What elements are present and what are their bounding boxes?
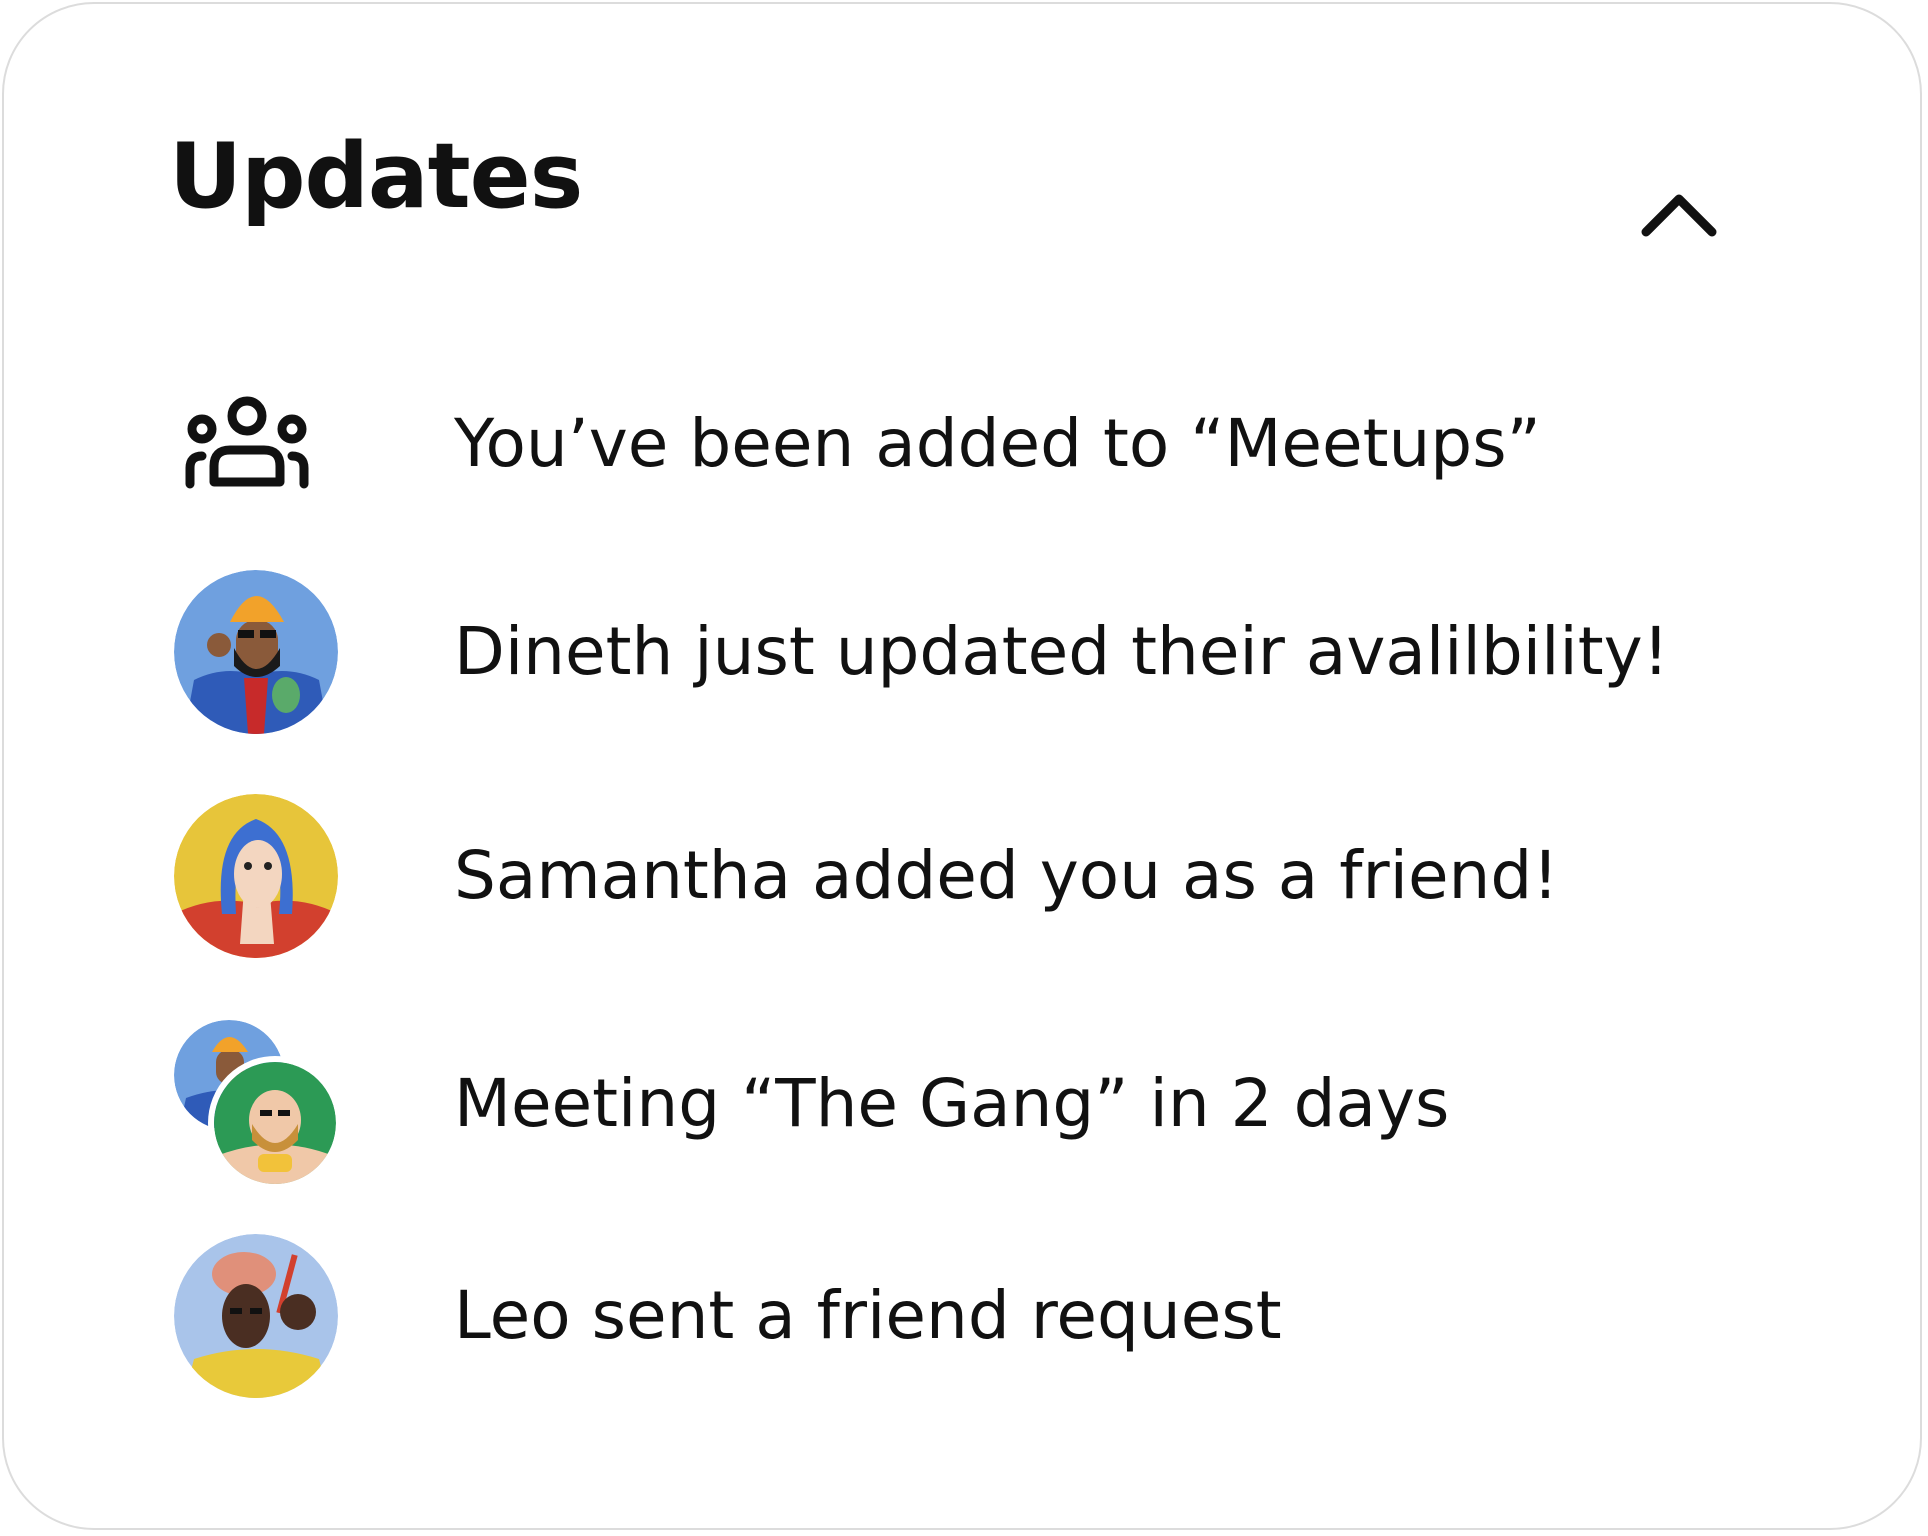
avatar-dineth xyxy=(174,570,338,734)
update-text: You’ve been added to “Meetups” xyxy=(454,405,1541,482)
avatar-samantha xyxy=(174,794,338,958)
updates-panel: Updates You’ve been added to “Meetups” D… xyxy=(2,2,1922,1530)
update-item-samantha[interactable]: Samantha added you as a friend! xyxy=(4,794,1920,964)
chevron-up-icon xyxy=(1641,194,1717,237)
update-item-dineth[interactable]: Dineth just updated their avalilbility! xyxy=(4,570,1920,740)
update-text: Samantha added you as a friend! xyxy=(454,837,1559,914)
group-icon xyxy=(185,396,309,489)
update-item-meetups[interactable]: You’ve been added to “Meetups” xyxy=(4,364,1920,534)
panel-title: Updates xyxy=(169,124,583,229)
update-item-leo[interactable]: Leo sent a friend request xyxy=(4,1234,1920,1404)
avatar-wrap xyxy=(174,1234,340,1400)
update-text: Dineth just updated their avalilbility! xyxy=(454,613,1670,690)
update-text: Leo sent a friend request xyxy=(454,1277,1282,1354)
update-text: Meeting “The Gang” in 2 days xyxy=(454,1065,1450,1142)
avatar-wrap xyxy=(174,794,340,960)
avatar-wrap xyxy=(174,570,340,736)
group-icon-wrap xyxy=(174,364,340,530)
avatar-gang-front xyxy=(208,1056,342,1190)
avatar-leo xyxy=(174,1234,338,1398)
avatar-group-wrap xyxy=(174,1020,342,1190)
collapse-button[interactable] xyxy=(1624,164,1734,254)
update-item-the-gang[interactable]: Meeting “The Gang” in 2 days xyxy=(4,1020,1920,1190)
